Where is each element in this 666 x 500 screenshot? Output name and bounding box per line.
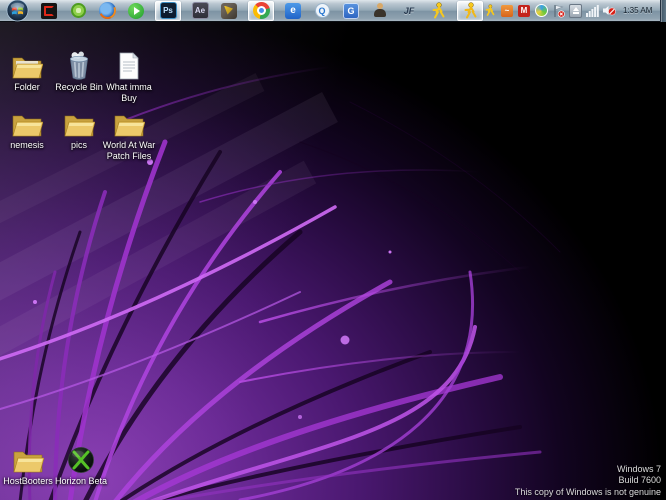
tray-safely-remove[interactable] [568, 3, 582, 19]
desktop-icon-world-at-war[interactable]: World At War Patch Files [100, 106, 158, 162]
volume-muted-icon [602, 4, 616, 17]
desktop-icon-label: Folder [0, 82, 54, 93]
dark-red-recorder-icon [41, 3, 57, 19]
xbox-sphere-icon [52, 442, 110, 474]
blue-chat-bubble-icon: Q [315, 3, 330, 18]
desktop-icon-hostbooters[interactable]: HostBooters [1, 442, 55, 487]
folder-icon [52, 106, 106, 138]
green-ring-app-icon [71, 3, 86, 18]
safely-remove-hardware-icon [569, 4, 582, 18]
watermark-genuine-notice: This copy of Windows is not genuine [515, 487, 661, 499]
wallpaper-purple-fractal [0, 22, 666, 500]
person-body [374, 9, 386, 17]
yellow-creature-icon [221, 3, 237, 19]
desktop-area[interactable]: Folder Recycle Bin [0, 22, 666, 500]
start-button[interactable] [4, 1, 30, 21]
blue-g-square-icon: G [343, 3, 359, 19]
show-desktop-button[interactable] [660, 0, 666, 22]
taskbar-app-jf[interactable]: JF [399, 1, 419, 21]
folder-icon [100, 106, 158, 138]
orange-app-icon: ~ [501, 5, 513, 17]
recycle-bin-full-icon [52, 48, 106, 80]
taskbar-app-chrome[interactable] [248, 1, 274, 21]
taskbar-app-aim[interactable] [428, 1, 448, 21]
watermark-build: Build 7600 [515, 475, 661, 487]
taskbar-app-g-square[interactable]: G [341, 1, 361, 21]
action-center-flag-icon [552, 4, 565, 18]
taskbar-clock[interactable]: 1:35 AM [619, 6, 657, 15]
tray-volume[interactable] [602, 3, 616, 19]
chrome-icon [253, 2, 270, 19]
jf-logo-icon: JF [404, 6, 415, 16]
aim-running-man-icon [430, 2, 447, 20]
folder-icon [1, 442, 55, 474]
taskbar-app-creature[interactable] [219, 1, 239, 21]
desktop-icon-nemesis[interactable]: nemesis [0, 106, 54, 151]
desktop-icon-what-imma-buy[interactable]: What imma Buy [102, 48, 156, 104]
desktop-icon-label: pics [52, 140, 106, 151]
firefox-icon [99, 2, 116, 19]
mcafee-m-icon: M [518, 5, 530, 17]
text-document-icon [102, 48, 156, 80]
taskbar-app-aim-active[interactable] [457, 1, 483, 21]
tray-swirl-app[interactable] [534, 3, 548, 19]
desktop-icon-horizon-beta[interactable]: Horizon Beta [52, 442, 110, 487]
desktop-icon-label: Recycle Bin [52, 82, 106, 93]
tray-orange-app[interactable]: ~ [500, 3, 514, 19]
desktop-icon-label: Horizon Beta [52, 476, 110, 487]
person-icon [373, 3, 387, 18]
after-effects-icon: Ae [192, 2, 209, 19]
folder-icon [0, 106, 54, 138]
taskbar-app-after-effects[interactable]: Ae [190, 1, 210, 21]
watermark-os-name: Windows 7 [515, 464, 661, 476]
aim-running-man-icon [462, 2, 479, 20]
taskbar-app-green-ring[interactable] [68, 1, 88, 21]
desktop-icon-label: What imma Buy [102, 82, 156, 104]
desktop-icon-pics[interactable]: pics [52, 106, 106, 151]
tray-network[interactable] [585, 3, 599, 19]
tray-aim[interactable] [483, 3, 497, 19]
taskbar-pinned-items: Ps Ae e Q G [0, 1, 483, 21]
folder-icon [0, 48, 54, 80]
network-signal-icon [586, 5, 599, 17]
taskbar-app-recorder[interactable] [39, 1, 59, 21]
taskbar-app-photoshop[interactable]: Ps [155, 1, 181, 21]
taskbar-app-person[interactable] [370, 1, 390, 21]
tray-mcafee[interactable]: M [517, 3, 531, 19]
start-orb-icon [6, 0, 29, 22]
system-tray: ~ M [483, 0, 666, 22]
desktop-icon-label: World At War Patch Files [100, 140, 158, 162]
taskbar-app-player[interactable] [126, 1, 146, 21]
blue-messenger-icon: e [285, 3, 301, 19]
desktop-icon-folder[interactable]: Folder [0, 48, 54, 93]
desktop-icon-label: nemesis [0, 140, 54, 151]
taskbar-app-firefox[interactable] [97, 1, 117, 21]
green-play-icon [128, 3, 144, 19]
desktop-icon-label: HostBooters [1, 476, 55, 487]
taskbar-app-chat-bubble[interactable]: Q [312, 1, 332, 21]
photoshop-icon: Ps [160, 2, 177, 19]
taskbar-app-messenger[interactable]: e [283, 1, 303, 21]
taskbar: Ps Ae e Q G [0, 0, 666, 22]
tray-action-center[interactable] [551, 3, 565, 19]
aim-tray-icon [484, 4, 496, 17]
windows-genuine-watermark: Windows 7 Build 7600 This copy of Window… [515, 464, 661, 499]
desktop-screen: Ps Ae e Q G [0, 0, 666, 500]
colorful-swirl-icon [535, 4, 548, 17]
desktop-icon-recycle-bin[interactable]: Recycle Bin [52, 48, 106, 93]
